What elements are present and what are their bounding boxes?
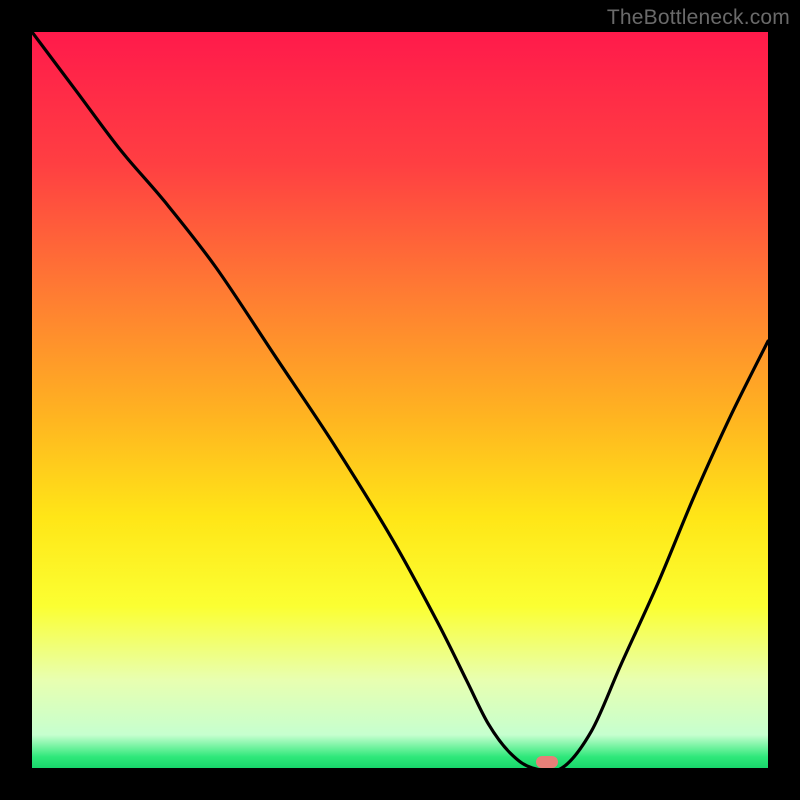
plot-area: [32, 32, 768, 768]
optimum-marker: [536, 756, 558, 768]
chart-frame: TheBottleneck.com: [0, 0, 800, 800]
curve-layer: [32, 32, 768, 768]
watermark-text: TheBottleneck.com: [607, 6, 790, 30]
bottleneck-curve: [32, 32, 768, 768]
